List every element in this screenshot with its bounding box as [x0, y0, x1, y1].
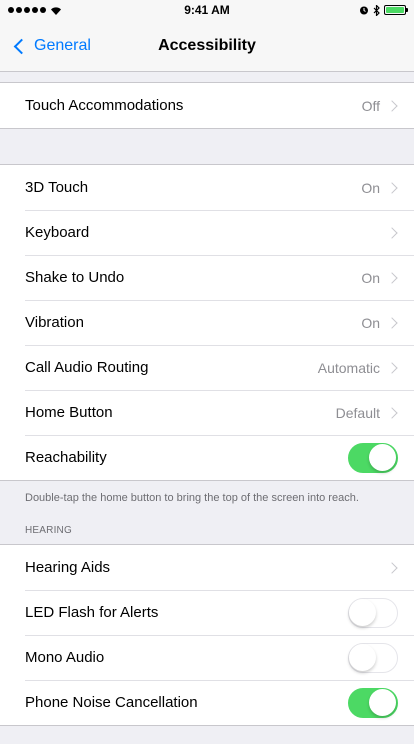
row-label: Hearing Aids	[25, 559, 111, 576]
reachability-footer: Double-tap the home button to bring the …	[25, 492, 359, 504]
status-indicators	[359, 4, 408, 16]
row-label: 3D Touch	[25, 179, 89, 196]
row-value: Automatic	[317, 359, 380, 376]
settings-list: Touch Accommodations Off 3D Touch On Key…	[0, 72, 414, 726]
row-phone-noise-cancellation: Phone Noise Cancellation	[0, 680, 414, 725]
row-keyboard[interactable]: Keyboard	[0, 210, 414, 255]
battery-level	[386, 7, 404, 13]
row-3d-touch[interactable]: 3D Touch On	[0, 165, 414, 210]
bluetooth-icon	[373, 4, 380, 16]
alarm-icon	[360, 6, 368, 15]
row-mono-audio: Mono Audio	[0, 635, 414, 680]
row-value: Off	[361, 97, 380, 114]
main-group: 3D Touch On Keyboard Shake to Undo On Vi…	[0, 164, 414, 481]
page-title: Accessibility	[158, 36, 256, 54]
toggle-knob	[369, 443, 396, 471]
row-label: Touch Accommodations	[25, 97, 184, 114]
chevron-right-icon	[386, 316, 398, 329]
row-hearing-aids[interactable]: Hearing Aids	[0, 545, 414, 590]
touch-group: Touch Accommodations Off	[0, 82, 414, 129]
noise-cancellation-toggle[interactable]	[348, 687, 398, 718]
chevron-right-icon	[386, 406, 398, 419]
signal-strength	[8, 6, 62, 15]
row-value: On	[361, 179, 380, 196]
signal-dots-icon	[8, 7, 46, 13]
row-vibration[interactable]: Vibration On	[0, 300, 414, 345]
row-home-button[interactable]: Home Button Default	[0, 390, 414, 435]
row-label: Vibration	[25, 314, 84, 331]
row-label: Keyboard	[25, 224, 90, 241]
toggle-knob	[369, 688, 396, 716]
row-label: Call Audio Routing	[25, 359, 149, 376]
row-value: On	[361, 269, 380, 286]
top-spacer	[0, 72, 414, 82]
battery-icon	[384, 5, 408, 15]
chevron-right-icon	[386, 361, 398, 374]
toggle-knob	[349, 643, 376, 671]
row-label: Mono Audio	[25, 649, 105, 666]
row-value: On	[361, 314, 380, 331]
row-label: Phone Noise Cancellation	[25, 694, 198, 711]
led-flash-toggle[interactable]	[348, 597, 398, 628]
chevron-right-icon	[386, 271, 398, 284]
row-led-flash: LED Flash for Alerts	[0, 590, 414, 635]
status-bar: 9:41 AM	[0, 0, 414, 20]
chevron-right-icon	[386, 181, 398, 194]
status-time: 9:41 AM	[184, 3, 230, 17]
row-shake-to-undo[interactable]: Shake to Undo On	[0, 255, 414, 300]
row-touch-accommodations[interactable]: Touch Accommodations Off	[0, 83, 414, 128]
row-label: Home Button	[25, 404, 113, 421]
wifi-icon	[51, 6, 61, 15]
row-label: Reachability	[25, 449, 107, 466]
row-reachability: Reachability	[0, 435, 414, 480]
row-value: Default	[335, 404, 380, 421]
chevron-right-icon	[386, 226, 398, 239]
row-call-audio-routing[interactable]: Call Audio Routing Automatic	[0, 345, 414, 390]
navigation-bar: General Accessibility	[0, 20, 414, 72]
row-label: Shake to Undo	[25, 269, 125, 286]
toggle-knob	[349, 598, 376, 626]
row-label: LED Flash for Alerts	[25, 604, 159, 621]
reachability-toggle[interactable]	[348, 442, 398, 473]
mono-audio-toggle[interactable]	[348, 642, 398, 673]
chevron-right-icon	[386, 99, 398, 112]
hearing-group: Hearing Aids LED Flash for Alerts Mono A…	[0, 544, 414, 726]
chevron-right-icon	[386, 561, 398, 574]
hearing-section-header: HEARING	[25, 525, 72, 536]
